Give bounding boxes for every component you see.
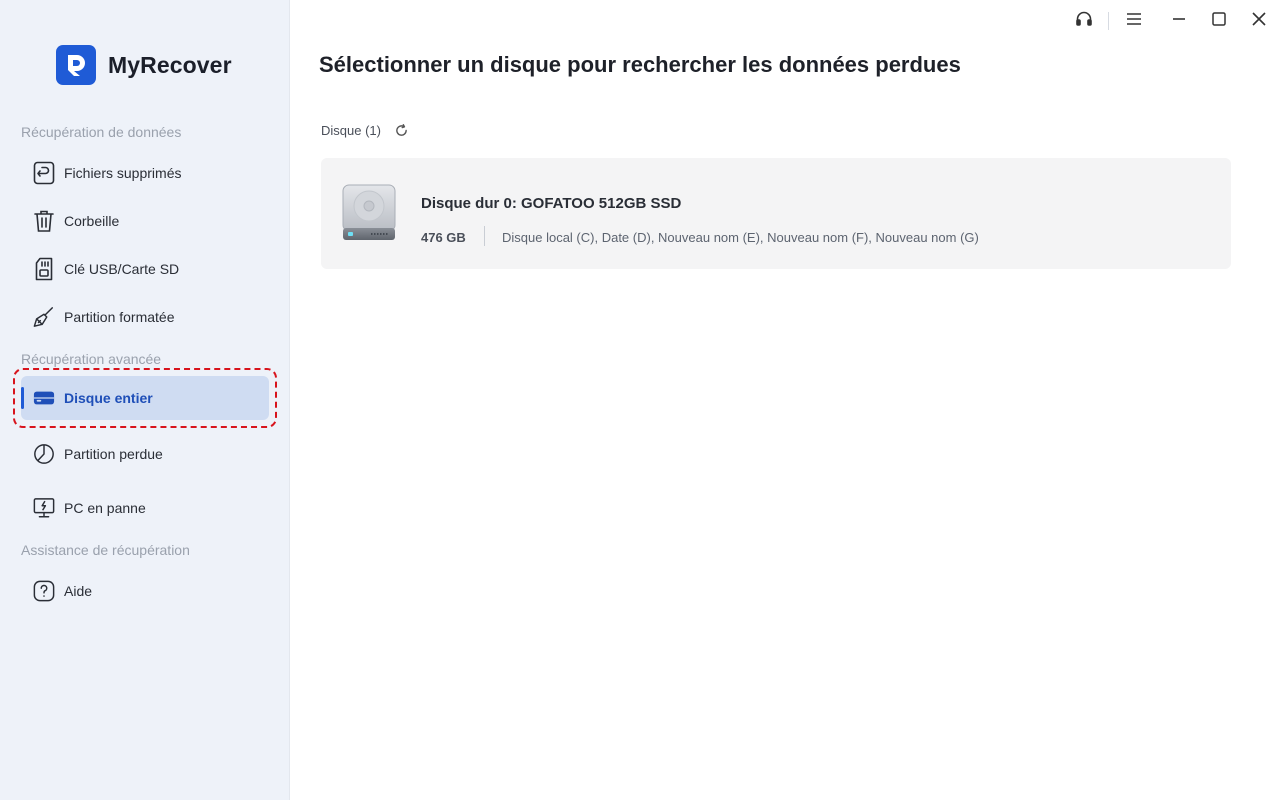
- sidebar-item-usb-sd[interactable]: Clé USB/Carte SD: [21, 247, 269, 291]
- sidebar-item-recycle-bin[interactable]: Corbeille: [21, 199, 269, 243]
- sidebar-item-label: Fichiers supprimés: [64, 165, 182, 181]
- support-button[interactable]: [1073, 10, 1095, 32]
- broom-icon: [33, 305, 55, 329]
- broken-pc-icon: [33, 496, 55, 520]
- hard-disk-icon: [341, 184, 397, 247]
- pie-partition-icon: [33, 442, 55, 466]
- section-label-advanced-recovery: Récupération avancée: [21, 351, 162, 367]
- trash-icon: [33, 209, 55, 233]
- drive-icon: [33, 386, 55, 410]
- section-label-recovery-assistance: Assistance de récupération: [21, 542, 190, 558]
- menu-button[interactable]: [1123, 10, 1145, 32]
- myrecover-logo-icon: [56, 45, 96, 85]
- page-title: Sélectionner un disque pour rechercher l…: [319, 52, 961, 77]
- app-logo: MyRecover: [56, 45, 232, 85]
- close-icon: [1252, 11, 1266, 31]
- refresh-icon[interactable]: [395, 124, 408, 137]
- sd-card-icon: [33, 257, 55, 281]
- app-name: MyRecover: [108, 51, 232, 78]
- minimize-icon: [1172, 12, 1186, 31]
- section-label-data-recovery: Récupération de données: [21, 124, 182, 140]
- disk-count-label: Disque (1): [321, 123, 381, 138]
- disk-partitions: Disque local (C), Date (D), Nouveau nom …: [502, 230, 979, 245]
- restore-file-icon: [33, 161, 55, 185]
- sidebar-item-formatted-partition[interactable]: Partition formatée: [21, 295, 269, 339]
- maximize-icon: [1212, 11, 1226, 31]
- sidebar-item-label: Clé USB/Carte SD: [64, 261, 180, 277]
- sidebar-item-lost-partition[interactable]: Partition perdue: [21, 432, 269, 476]
- maximize-button[interactable]: [1208, 10, 1230, 32]
- minimize-button[interactable]: [1168, 10, 1190, 32]
- help-icon: [33, 579, 55, 603]
- disk-card[interactable]: Disque dur 0: GOFATOO 512GB SSD 476 GB D…: [321, 158, 1231, 269]
- sidebar-item-label: Partition perdue: [64, 446, 163, 462]
- sidebar-item-whole-disk[interactable]: Disque entier: [21, 376, 269, 420]
- sidebar-item-label: Corbeille: [64, 213, 120, 229]
- menu-icon: [1126, 12, 1142, 31]
- disk-size: 476 GB: [421, 230, 466, 245]
- sidebar-item-help[interactable]: Aide: [21, 569, 269, 613]
- sidebar-item-label: Disque entier: [64, 390, 153, 406]
- disk-info-separator: [484, 226, 485, 246]
- sidebar: MyRecover Récupération de données Fichie…: [0, 0, 290, 800]
- sidebar-item-label: Partition formatée: [64, 309, 175, 325]
- disk-name: Disque dur 0: GOFATOO 512GB SSD: [421, 195, 682, 212]
- close-button[interactable]: [1248, 10, 1270, 32]
- disk-list-header: Disque (1): [321, 123, 408, 138]
- support-icon: [1075, 10, 1093, 33]
- sidebar-item-label: PC en panne: [64, 500, 146, 516]
- titlebar-separator: [1108, 12, 1109, 30]
- sidebar-item-deleted-files[interactable]: Fichiers supprimés: [21, 151, 269, 195]
- sidebar-item-label: Aide: [64, 583, 93, 599]
- sidebar-item-crashed-pc[interactable]: PC en panne: [21, 486, 269, 530]
